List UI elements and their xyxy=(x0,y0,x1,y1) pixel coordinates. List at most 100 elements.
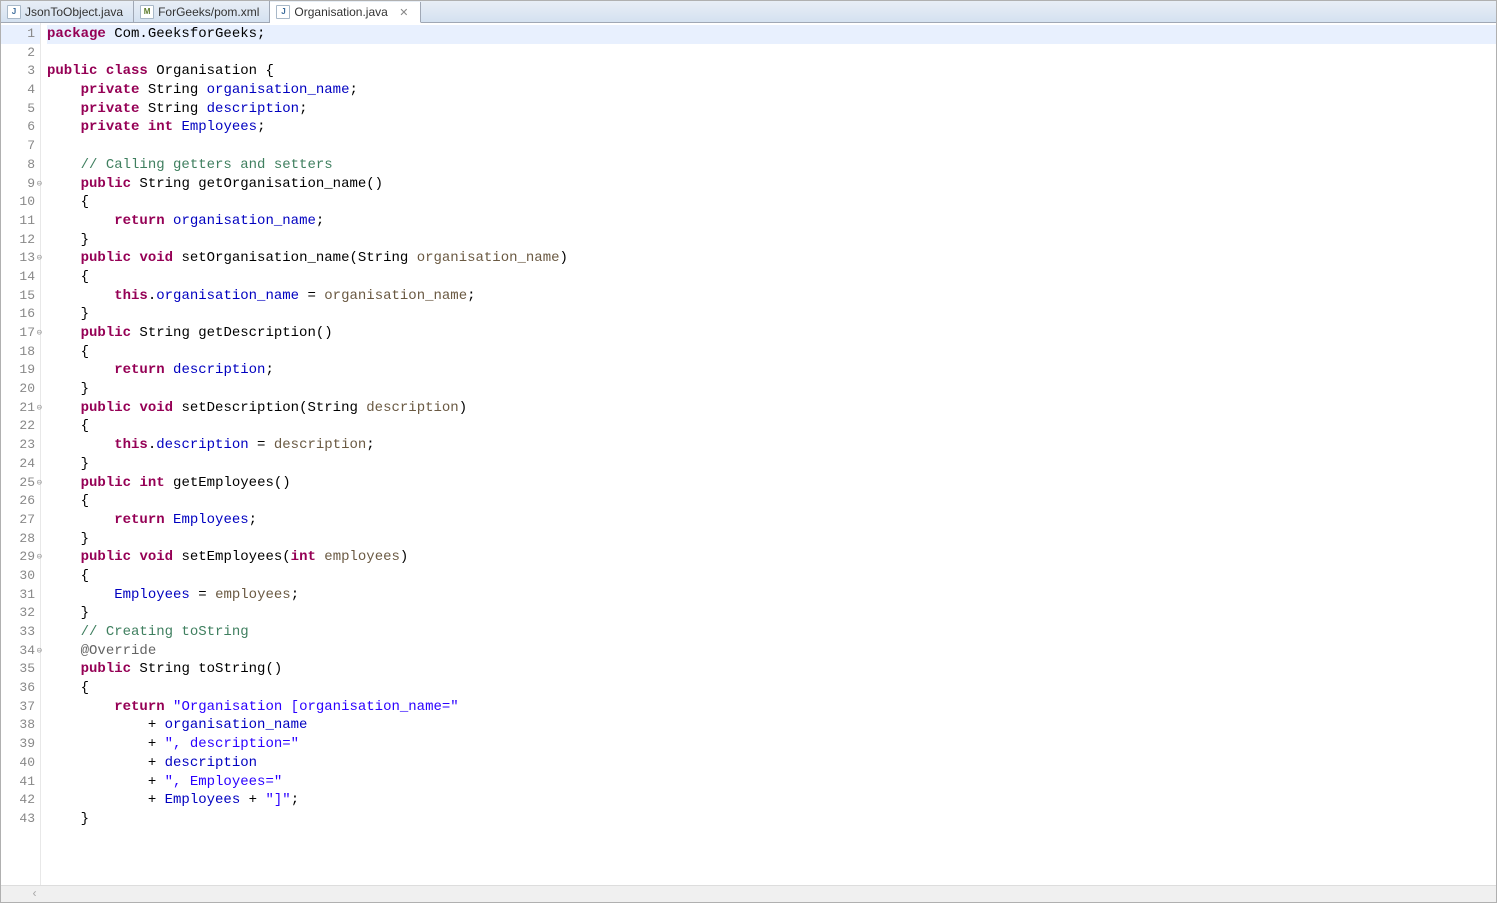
code-line[interactable]: this.organisation_name = organisation_na… xyxy=(47,287,1496,306)
code-line[interactable]: } xyxy=(47,455,1496,474)
fold-marker-icon[interactable]: ⊖ xyxy=(37,249,42,268)
code-line[interactable]: { xyxy=(47,492,1496,511)
code-line[interactable]: + organisation_name xyxy=(47,716,1496,735)
line-number: 28 xyxy=(1,530,40,549)
code-token xyxy=(47,400,81,416)
code-line[interactable]: // Creating toString xyxy=(47,623,1496,642)
code-line[interactable]: public void setDescription(String descri… xyxy=(47,399,1496,418)
line-number: 11 xyxy=(1,212,40,231)
close-icon[interactable]: ✕ xyxy=(398,6,410,18)
code-token: organisation_name xyxy=(165,717,308,733)
code-line[interactable]: public String getDescription() xyxy=(47,324,1496,343)
code-line[interactable]: private String description; xyxy=(47,100,1496,119)
horizontal-scrollbar[interactable]: ‹ xyxy=(1,885,1496,902)
code-token: } xyxy=(47,531,89,547)
code-line[interactable]: { xyxy=(47,679,1496,698)
code-line[interactable]: } xyxy=(47,810,1496,829)
code-line[interactable]: } xyxy=(47,305,1496,324)
code-line[interactable]: public void setOrganisation_name(String … xyxy=(47,249,1496,268)
code-line[interactable]: { xyxy=(47,268,1496,287)
code-token xyxy=(47,213,114,229)
code-token: return xyxy=(114,699,164,715)
code-token: private xyxy=(81,119,140,135)
code-token xyxy=(165,512,173,528)
code-token: description xyxy=(366,400,458,416)
code-token xyxy=(47,624,81,640)
code-line[interactable]: public void setEmployees(int employees) xyxy=(47,548,1496,567)
code-line[interactable]: public String toString() xyxy=(47,660,1496,679)
code-token: String xyxy=(139,82,206,98)
tab-label: JsonToObject.java xyxy=(25,5,123,19)
code-line[interactable]: // Calling getters and setters xyxy=(47,156,1496,175)
tab-jsontoobject-java[interactable]: JJsonToObject.java xyxy=(1,1,134,22)
code-line[interactable]: @Override xyxy=(47,642,1496,661)
code-line[interactable]: { xyxy=(47,193,1496,212)
line-number: 31 xyxy=(1,586,40,605)
code-token: employees xyxy=(215,587,291,603)
code-token: public xyxy=(81,549,131,565)
code-token: Com.GeeksforGeeks; xyxy=(106,26,266,42)
line-number: 6 xyxy=(1,118,40,137)
code-line[interactable]: private int Employees; xyxy=(47,118,1496,137)
code-line[interactable] xyxy=(47,137,1496,156)
code-line[interactable]: } xyxy=(47,231,1496,250)
scroll-left-icon[interactable]: ‹ xyxy=(31,887,38,901)
code-token: public xyxy=(81,176,131,192)
code-token: { xyxy=(47,269,89,285)
line-number: 37 xyxy=(1,698,40,717)
code-line[interactable]: private String organisation_name; xyxy=(47,81,1496,100)
code-line[interactable]: Employees = employees; xyxy=(47,586,1496,605)
code-token xyxy=(47,512,114,528)
code-token xyxy=(47,250,81,266)
tab-forgeeks-pom-xml[interactable]: MForGeeks/pom.xml xyxy=(134,1,270,22)
code-line[interactable]: { xyxy=(47,343,1496,362)
line-number: 24 xyxy=(1,455,40,474)
fold-marker-icon[interactable]: ⊖ xyxy=(37,175,42,194)
code-token: . xyxy=(148,288,156,304)
code-token: ", Employees=" xyxy=(165,774,283,790)
code-line[interactable]: public int getEmployees() xyxy=(47,474,1496,493)
code-line[interactable]: + ", Employees=" xyxy=(47,773,1496,792)
code-line[interactable]: } xyxy=(47,380,1496,399)
code-line[interactable]: this.description = description; xyxy=(47,436,1496,455)
code-token: private xyxy=(81,82,140,98)
code-line[interactable]: return organisation_name; xyxy=(47,212,1496,231)
code-line[interactable] xyxy=(47,44,1496,63)
code-line[interactable]: + Employees + "]"; xyxy=(47,791,1496,810)
line-number: 16 xyxy=(1,305,40,324)
code-token: description xyxy=(173,362,265,378)
code-token: } xyxy=(47,811,89,827)
code-area[interactable]: package Com.GeeksforGeeks; public class O… xyxy=(41,23,1496,885)
code-token: ) xyxy=(400,549,408,565)
code-token xyxy=(47,549,81,565)
code-line[interactable]: public String getOrganisation_name() xyxy=(47,175,1496,194)
line-number: 18 xyxy=(1,343,40,362)
code-token: organisation_name xyxy=(324,288,467,304)
editor-container: JJsonToObject.javaMForGeeks/pom.xmlJOrga… xyxy=(0,0,1497,903)
code-token: description xyxy=(274,437,366,453)
code-line[interactable]: { xyxy=(47,417,1496,436)
code-line[interactable]: return description; xyxy=(47,361,1496,380)
code-token: ; xyxy=(349,82,357,98)
code-line[interactable]: return Employees; xyxy=(47,511,1496,530)
fold-marker-icon[interactable]: ⊖ xyxy=(37,548,42,567)
code-line[interactable]: return "Organisation [organisation_name=… xyxy=(47,698,1496,717)
code-line[interactable]: } xyxy=(47,530,1496,549)
code-line[interactable]: public class Organisation { xyxy=(47,62,1496,81)
code-line[interactable]: package Com.GeeksforGeeks; xyxy=(47,25,1496,44)
line-number: 13⊖ xyxy=(1,249,40,268)
fold-marker-icon[interactable]: ⊖ xyxy=(37,474,42,493)
code-token xyxy=(47,475,81,491)
code-line[interactable]: + ", description=" xyxy=(47,735,1496,754)
code-line[interactable]: + description xyxy=(47,754,1496,773)
code-token: { xyxy=(47,493,89,509)
fold-marker-icon[interactable]: ⊖ xyxy=(37,399,42,418)
fold-marker-icon[interactable]: ⊖ xyxy=(37,642,42,661)
tab-organisation-java[interactable]: JOrganisation.java✕ xyxy=(270,2,420,23)
code-token: organisation_name xyxy=(156,288,299,304)
code-token xyxy=(97,63,105,79)
code-line[interactable]: { xyxy=(47,567,1496,586)
code-line[interactable]: } xyxy=(47,604,1496,623)
code-token: setEmployees( xyxy=(173,549,291,565)
fold-marker-icon[interactable]: ⊖ xyxy=(37,324,42,343)
